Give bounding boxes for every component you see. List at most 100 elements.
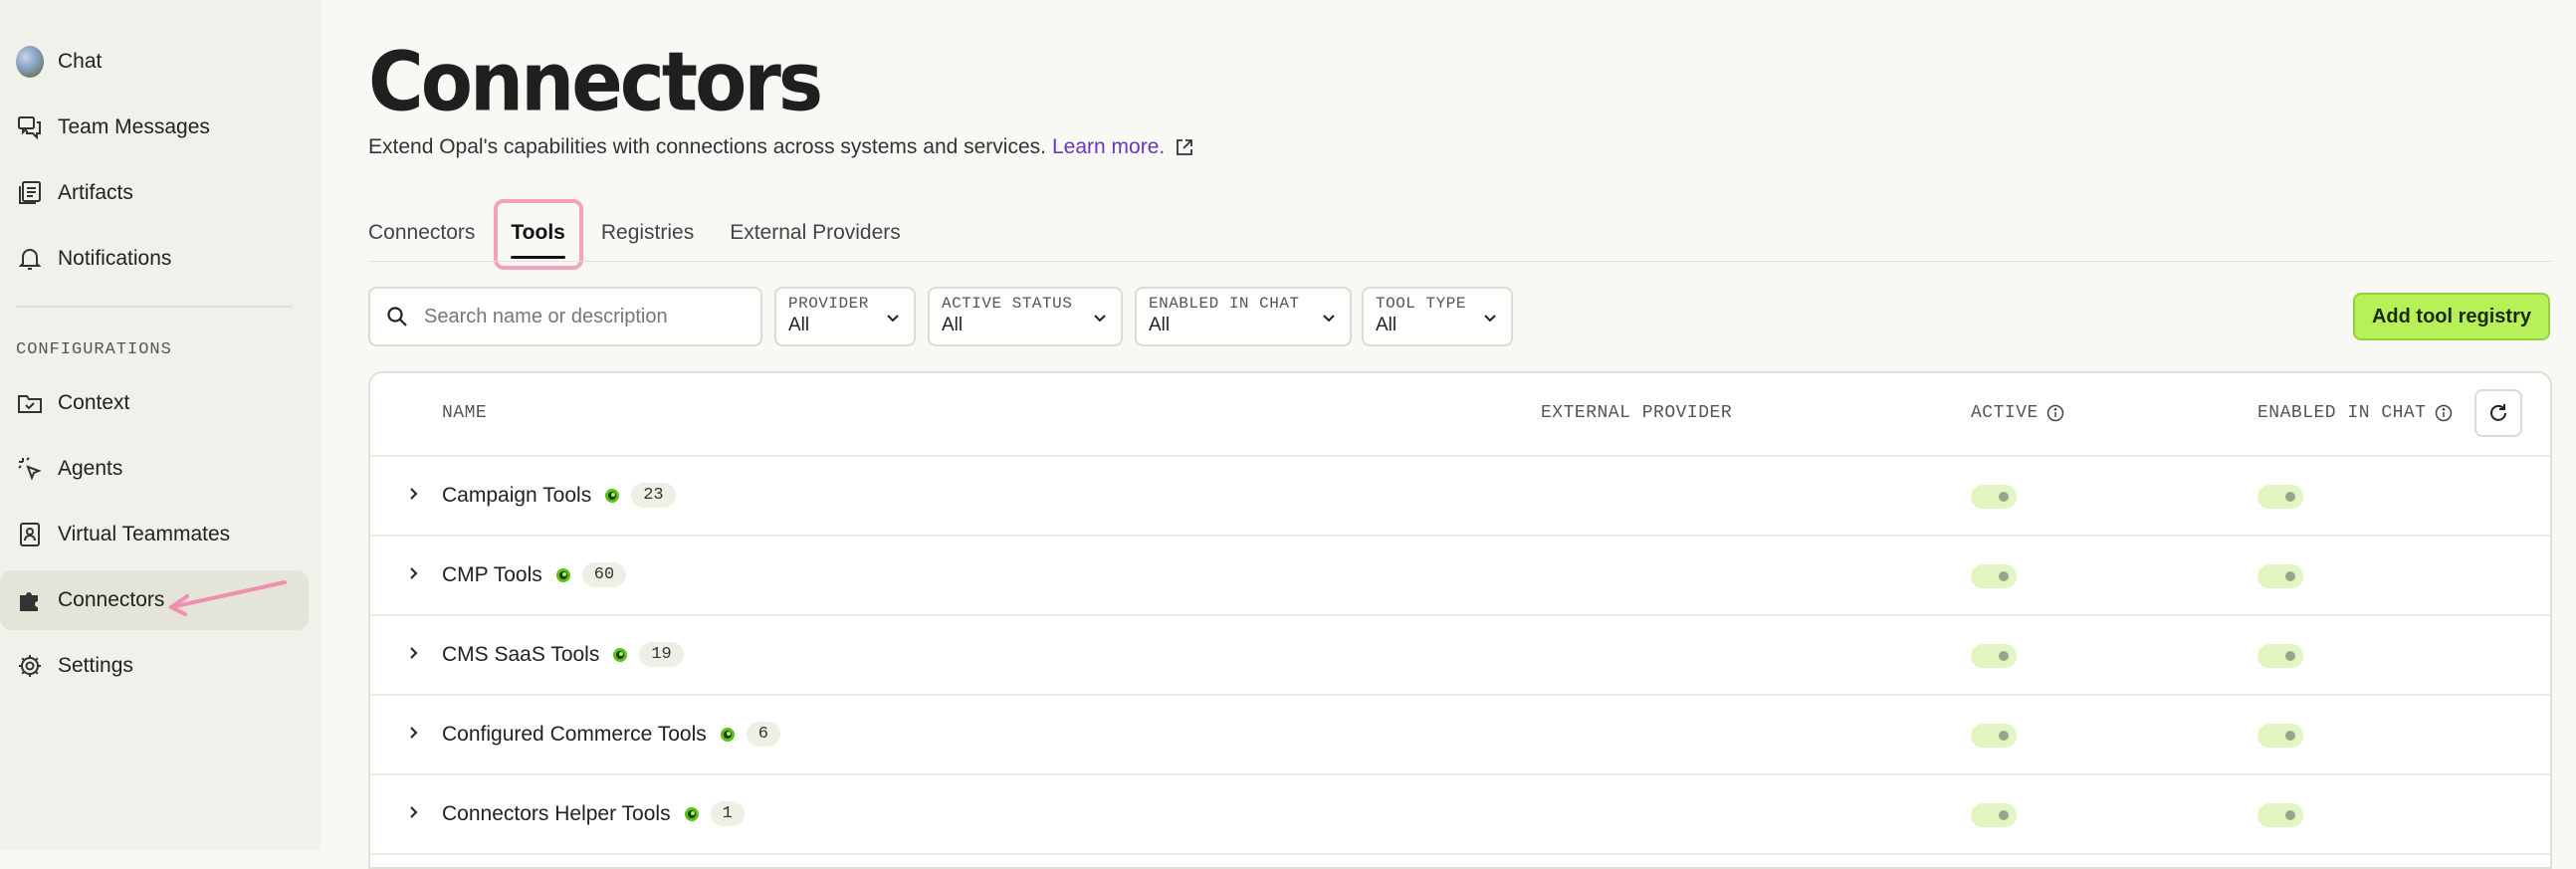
filter-tool-type[interactable]: TOOL TYPE All bbox=[1362, 287, 1513, 346]
column-header-label: EXTERNAL PROVIDER bbox=[1541, 403, 1733, 423]
tool-group-name: Connectors Helper Tools bbox=[442, 801, 671, 825]
chevron-down-icon bbox=[1481, 309, 1499, 326]
chevron-down-icon bbox=[1320, 309, 1338, 326]
tab-external-providers[interactable]: External Providers bbox=[730, 207, 901, 259]
sidebar-item-label: Settings bbox=[58, 654, 133, 677]
enabled-in-chat-toggle[interactable] bbox=[2257, 485, 2303, 509]
active-toggle[interactable] bbox=[1971, 564, 2017, 588]
column-header-label: NAME bbox=[442, 403, 488, 423]
tool-count-badge: 23 bbox=[631, 483, 676, 508]
info-icon[interactable] bbox=[2435, 404, 2453, 422]
sidebar-item-team-messages[interactable]: Team Messages bbox=[0, 98, 309, 157]
chat-avatar-icon bbox=[16, 46, 44, 78]
sidebar-item-label: Chat bbox=[58, 50, 103, 73]
sidebar-item-settings[interactable]: Settings bbox=[0, 636, 309, 696]
refresh-button[interactable] bbox=[2474, 389, 2522, 437]
teammate-badge-icon bbox=[16, 521, 44, 548]
tool-group-name: CMP Tools bbox=[442, 562, 542, 586]
row-name: Configured Commerce Tools 6 bbox=[442, 722, 780, 747]
sidebar-item-context[interactable]: Context bbox=[0, 373, 309, 433]
tool-group-name: CMS SaaS Tools bbox=[442, 642, 600, 666]
external-link-icon[interactable] bbox=[1175, 137, 1194, 157]
sidebar-item-label: Agents bbox=[58, 457, 123, 480]
chevron-right-icon[interactable] bbox=[404, 485, 422, 503]
refresh-icon bbox=[2487, 402, 2509, 424]
sidebar-item-chat[interactable]: Chat bbox=[0, 32, 309, 92]
row-name: CMP Tools 60 bbox=[442, 562, 627, 587]
tab-registries[interactable]: Registries bbox=[601, 207, 694, 259]
tools-table: NAME EXTERNAL PROVIDER ACTIVE ENABLED IN… bbox=[368, 371, 2552, 869]
folder-check-icon bbox=[16, 389, 44, 417]
column-header-external-provider[interactable]: EXTERNAL PROVIDER bbox=[1541, 403, 1732, 423]
main-content: Connectors Extend Opal's capabilities wi… bbox=[321, 0, 2576, 869]
tab-connectors[interactable]: Connectors bbox=[368, 207, 475, 259]
column-header-active[interactable]: ACTIVE bbox=[1971, 403, 2064, 423]
section-label-configurations: CONFIGURATIONS bbox=[16, 340, 172, 359]
row-name: Campaign Tools 23 bbox=[442, 483, 676, 508]
opal-logo-icon bbox=[719, 726, 737, 744]
tab-annotation-highlight bbox=[494, 199, 583, 270]
table-row[interactable]: Campaign Tools 23 bbox=[370, 457, 2550, 537]
subtitle-text: Extend Opal's capabilities with connecti… bbox=[368, 135, 1046, 158]
column-header-enabled-in-chat[interactable]: ENABLED IN CHAT bbox=[2257, 403, 2453, 423]
active-toggle[interactable] bbox=[1971, 644, 2017, 668]
chevron-right-icon[interactable] bbox=[404, 644, 422, 662]
active-toggle[interactable] bbox=[1971, 485, 2017, 509]
tool-count-badge: 6 bbox=[746, 722, 780, 747]
page-subtitle: Extend Opal's capabilities with connecti… bbox=[368, 135, 1194, 159]
filter-provider[interactable]: PROVIDER All bbox=[774, 287, 916, 346]
enabled-in-chat-toggle[interactable] bbox=[2257, 724, 2303, 748]
filter-value: All bbox=[1149, 315, 1171, 335]
table-row[interactable]: CMP Tools 60 bbox=[370, 537, 2550, 616]
enabled-in-chat-toggle[interactable] bbox=[2257, 803, 2303, 827]
sidebar-item-label: Virtual Teammates bbox=[58, 523, 231, 545]
sidebar-item-connectors[interactable]: Connectors bbox=[0, 570, 309, 630]
active-toggle[interactable] bbox=[1971, 724, 2017, 748]
opal-logo-icon bbox=[603, 487, 621, 505]
table-header: NAME EXTERNAL PROVIDER ACTIVE ENABLED IN… bbox=[370, 373, 2550, 457]
filter-value: All bbox=[942, 315, 964, 335]
messages-icon bbox=[16, 113, 44, 141]
gear-icon bbox=[16, 652, 44, 680]
tab-bar: Connectors Tools Registries External Pro… bbox=[368, 207, 937, 259]
enabled-in-chat-toggle[interactable] bbox=[2257, 644, 2303, 668]
sidebar-item-virtual-teammates[interactable]: Virtual Teammates bbox=[0, 505, 309, 564]
sidebar-item-label: Notifications bbox=[58, 247, 172, 270]
sidebar-item-label: Team Messages bbox=[58, 115, 210, 138]
chevron-down-icon bbox=[884, 309, 902, 326]
learn-more-link[interactable]: Learn more. bbox=[1052, 135, 1165, 159]
sidebar-divider bbox=[16, 306, 292, 308]
search-placeholder: Search name or description bbox=[424, 305, 668, 327]
column-header-name[interactable]: NAME bbox=[442, 403, 487, 423]
opal-logo-icon bbox=[554, 566, 572, 584]
puzzle-icon bbox=[16, 586, 44, 614]
page-title: Connectors bbox=[368, 34, 823, 130]
sidebar-item-artifacts[interactable]: Artifacts bbox=[0, 163, 309, 223]
opal-logo-icon bbox=[611, 646, 629, 664]
enabled-in-chat-toggle[interactable] bbox=[2257, 564, 2303, 588]
filter-label: ENABLED IN CHAT bbox=[1149, 295, 1300, 313]
bell-icon bbox=[16, 245, 44, 273]
search-input[interactable]: Search name or description bbox=[368, 287, 762, 346]
chevron-right-icon[interactable] bbox=[404, 803, 422, 821]
artifacts-icon bbox=[16, 179, 44, 207]
annotation-arrow-icon bbox=[169, 580, 287, 616]
row-name: Connectors Helper Tools 1 bbox=[442, 801, 745, 826]
chevron-right-icon[interactable] bbox=[404, 724, 422, 742]
active-toggle[interactable] bbox=[1971, 803, 2017, 827]
chevron-right-icon[interactable] bbox=[404, 564, 422, 582]
sidebar-item-agents[interactable]: Agents bbox=[0, 439, 309, 499]
add-tool-registry-button[interactable]: Add tool registry bbox=[2353, 293, 2550, 340]
sidebar: Chat Team Messages Artifacts Notificatio… bbox=[0, 0, 321, 850]
filter-enabled-in-chat[interactable]: ENABLED IN CHAT All bbox=[1135, 287, 1352, 346]
column-header-label: ENABLED IN CHAT bbox=[2257, 403, 2427, 423]
sidebar-item-notifications[interactable]: Notifications bbox=[0, 229, 309, 289]
info-icon[interactable] bbox=[2046, 404, 2064, 422]
sidebar-item-label: Artifacts bbox=[58, 181, 133, 204]
table-row[interactable]: Connectors Helper Tools 1 bbox=[370, 775, 2550, 855]
filter-active-status[interactable]: ACTIVE STATUS All bbox=[928, 287, 1123, 346]
chevron-down-icon bbox=[1091, 309, 1109, 326]
tool-count-badge: 60 bbox=[581, 562, 627, 587]
table-row[interactable]: CMS SaaS Tools 19 bbox=[370, 616, 2550, 696]
table-row[interactable]: Configured Commerce Tools 6 bbox=[370, 696, 2550, 775]
